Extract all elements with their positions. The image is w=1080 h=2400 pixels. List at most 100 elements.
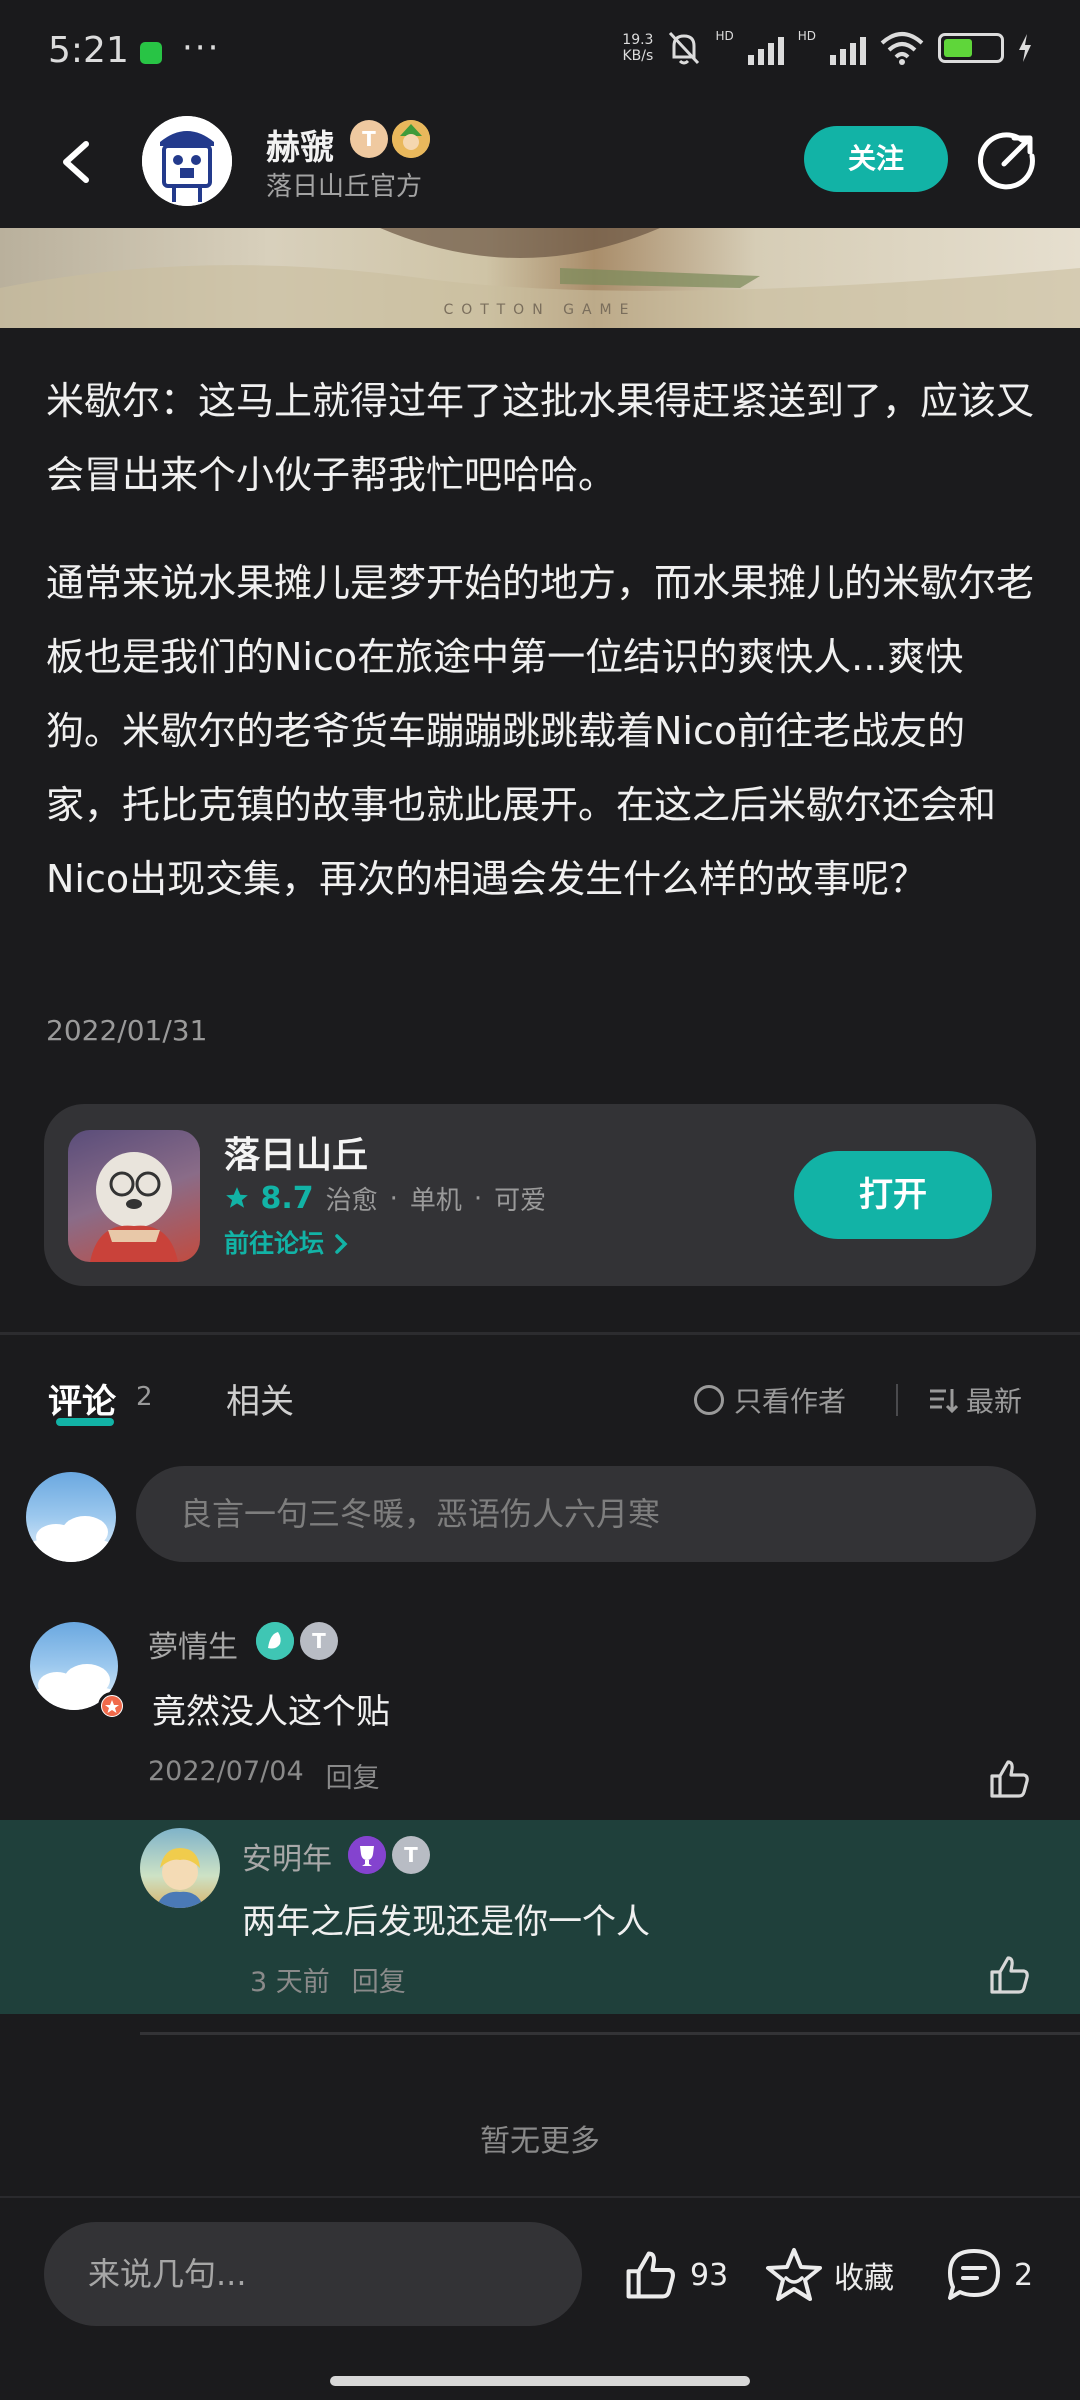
game-tag-3: 可爱 <box>494 1186 547 1216</box>
author-badge-character-icon <box>392 120 430 158</box>
back-icon[interactable] <box>46 130 106 194</box>
comment-tabs: 评论 2 相关 只看作者 最新 <box>0 1360 1080 1440</box>
author-only-toggle[interactable]: 只看作者 <box>694 1380 846 1420</box>
post-paragraph-1: 米歇尔：这马上就得过年了这批水果得赶紧送到了，应该又会冒出来个小伙子帮我忙吧哈哈… <box>46 379 1035 497</box>
network-speed-unit: KB/s <box>622 48 654 64</box>
author-subtitle: 落日山丘官方 <box>266 172 423 202</box>
share-icon[interactable] <box>976 130 1038 192</box>
chevron-right-icon <box>334 1234 348 1254</box>
forum-link[interactable]: 前往论坛 <box>224 1224 349 1260</box>
tag-separator: · <box>473 1183 483 1214</box>
like-icon[interactable] <box>986 1952 1032 1998</box>
game-title: 落日山丘 <box>224 1135 369 1176</box>
sort-toggle[interactable]: 最新 <box>928 1380 1022 1420</box>
star-icon <box>226 1187 248 1208</box>
forum-link-label: 前往论坛 <box>224 1229 325 1258</box>
game-dog-character-icon <box>90 1152 178 1262</box>
signal-icon-2 <box>830 31 866 65</box>
post-content: 米歇尔：这马上就得过年了这批水果得赶紧送到了，应该又会冒出来个小伙子帮我忙吧哈哈… <box>46 364 1036 950</box>
replier-trophy-badge-icon <box>348 1836 386 1874</box>
battery-icon <box>938 33 1004 63</box>
mute-bell-icon <box>669 31 700 65</box>
battery-level <box>944 39 972 57</box>
cover-watermark: COTTON GAME <box>443 302 637 318</box>
home-indicator[interactable] <box>330 2376 750 2386</box>
author-only-label: 只看作者 <box>734 1385 847 1418</box>
cloud-shape <box>26 1536 116 1562</box>
replier-badge-t: T <box>392 1836 430 1874</box>
my-avatar[interactable] <box>26 1472 116 1562</box>
replier-avatar[interactable] <box>140 1828 220 1908</box>
status-icons: 19.3 KB/s HD HD <box>622 29 1032 66</box>
charging-icon <box>1019 34 1031 62</box>
hd-label-1: HD <box>715 29 734 43</box>
author-avatar[interactable] <box>142 116 232 206</box>
collect-label: 收藏 <box>834 2261 894 2296</box>
collect-action[interactable]: 收藏 <box>764 2246 894 2304</box>
circle-icon <box>694 1385 724 1415</box>
commenter-badge-t: T <box>300 1622 338 1660</box>
reply-text: 两年之后发现还是你一个人 <box>242 1902 650 1942</box>
like-icon <box>626 2251 675 2299</box>
section-divider <box>0 1332 1080 1335</box>
game-rating-value: 8.7 <box>260 1181 314 1216</box>
comment-input[interactable] <box>136 1466 1036 1562</box>
author-name[interactable]: 赫虢 <box>266 120 334 169</box>
reply-reply-button[interactable]: 回复 <box>352 1960 406 1999</box>
follow-button[interactable]: 关注 <box>804 126 948 192</box>
post-date: 2022/01/31 <box>46 1014 208 1047</box>
collect-star-icon <box>766 2248 822 2301</box>
wechat-notification-icon <box>140 42 162 64</box>
open-game-button[interactable]: 打开 <box>794 1151 992 1239</box>
like-action[interactable]: 93 <box>620 2246 728 2304</box>
bottom-action-bar: 93 收藏 2 <box>0 2196 1080 2400</box>
replier-name[interactable]: 安明年 <box>242 1834 332 1878</box>
top-bar: 赫虢 T 落日山丘官方 关注 <box>0 100 1080 228</box>
tab-related[interactable]: 相关 <box>226 1374 294 1423</box>
hd-label-2: HD <box>797 29 816 43</box>
game-rating: 8.7 <box>224 1181 314 1216</box>
game-tag-2: 单机 <box>409 1186 462 1216</box>
sort-icon <box>930 1389 958 1414</box>
author-badge-t: T <box>350 120 388 158</box>
no-more-text: 暂无更多 <box>480 2124 600 2159</box>
comment-item[interactable]: 夢情生 T 竟然没人这个贴 2022/07/04 回复 <box>0 1610 1080 1820</box>
like-count: 93 <box>690 2257 729 2293</box>
network-speed: 19.3 KB/s <box>622 32 653 64</box>
tab-active-indicator <box>56 1418 114 1426</box>
reply-item[interactable]: 安明年 T 两年之后发现还是你一个人 3 天前 回复 <box>0 1820 1080 2014</box>
tabs-separator <box>896 1384 898 1416</box>
game-meta: 8.7 治愈 · 单机 · 可爱 <box>224 1180 546 1217</box>
comment-action[interactable]: 2 <box>944 2246 1033 2304</box>
like-icon[interactable] <box>986 1756 1032 1802</box>
comment-reply-button[interactable]: 回复 <box>326 1756 380 1795</box>
commenter-name[interactable]: 夢情生 <box>148 1622 238 1666</box>
network-speed-value: 19.3 <box>622 32 654 48</box>
tab-comments-count: 2 <box>136 1382 153 1412</box>
signal-icon-1 <box>747 31 784 65</box>
comment-input-row <box>0 1458 1080 1568</box>
comment-text: 竟然没人这个贴 <box>152 1692 390 1732</box>
status-time: 5:21 <box>48 30 129 71</box>
tab-comments[interactable]: 评论 <box>48 1374 116 1423</box>
post-paragraph-2: 通常来说水果摊儿是梦开始的地方，而水果摊儿的米歇尔老板也是我们的Nico在旅途中… <box>46 561 1035 901</box>
more-notifications-icon: ··· <box>182 28 221 68</box>
commenter-badge-icon <box>256 1622 294 1660</box>
replies-divider <box>140 2032 1080 2035</box>
reply-meta: 3 天前 回复 <box>250 1960 406 1999</box>
post-cover-image: COTTON GAME <box>0 228 1080 328</box>
wifi-icon <box>880 32 924 65</box>
tag-separator: · <box>389 1183 398 1214</box>
verified-badge-icon <box>98 1692 126 1720</box>
comment-date: 2022/07/04 <box>148 1756 304 1787</box>
status-bar: 5:21 ··· 19.3 KB/s HD HD <box>0 0 1080 100</box>
say-something-input[interactable] <box>44 2222 582 2326</box>
sort-label: 最新 <box>966 1385 1023 1418</box>
reply-time: 3 天前 <box>250 1967 330 1998</box>
replier-character-icon <box>156 1848 204 1908</box>
comment-bubble-icon <box>948 2249 1000 2300</box>
author-avatar-illustration-icon <box>142 116 232 206</box>
comment-count: 2 <box>1014 2257 1034 2293</box>
game-icon <box>68 1130 200 1262</box>
game-card[interactable]: 落日山丘 8.7 治愈 · 单机 · 可爱 前往论坛 打开 <box>44 1104 1036 1286</box>
